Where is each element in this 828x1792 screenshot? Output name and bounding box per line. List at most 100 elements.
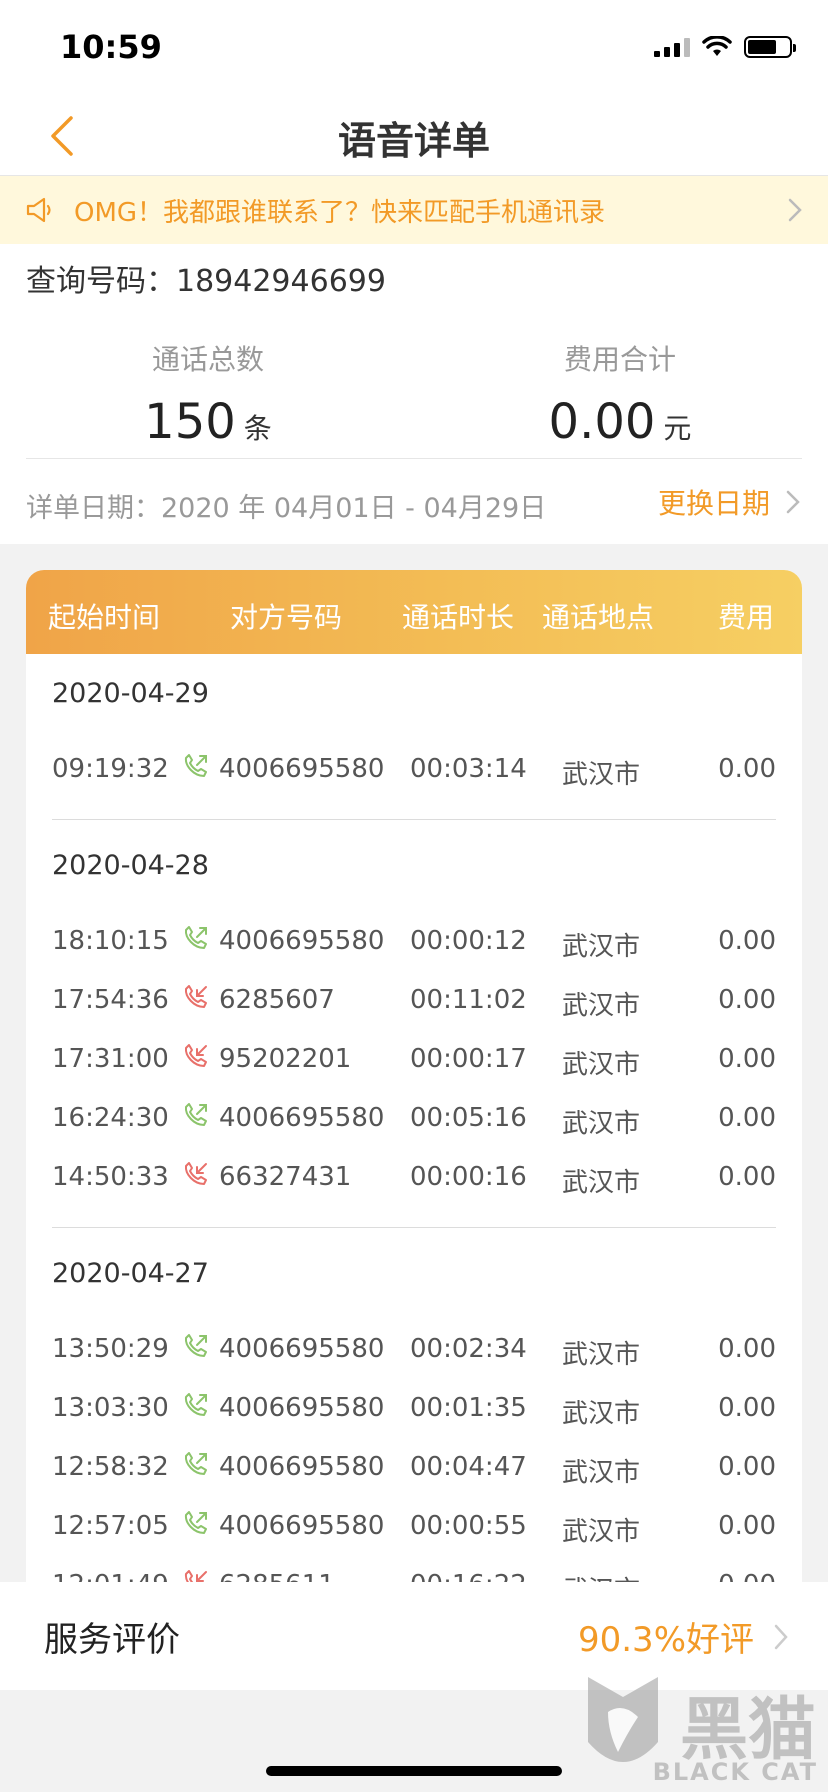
call-number: 4006695580 bbox=[219, 926, 385, 956]
speaker-icon bbox=[26, 197, 51, 223]
call-time: 14:50:33 bbox=[52, 1162, 169, 1192]
header-number: 对方号码 bbox=[230, 601, 343, 634]
call-location: 武汉市 bbox=[562, 760, 641, 790]
call-row[interactable]: 09:19:32 4006695580 00:03:14 武汉市 0.00 bbox=[26, 740, 802, 799]
outgoing-call-icon bbox=[180, 1450, 210, 1480]
header-fee: 费用 bbox=[717, 601, 774, 634]
watermark-logo: 黑猫 BLACK CAT bbox=[558, 1662, 828, 1792]
call-fee: 0.00 bbox=[718, 1044, 776, 1074]
header-start-time: 起始时间 bbox=[48, 601, 161, 634]
call-detail-table: 起始时间 对方号码 通话时长 通话地点 费用 2020-04-29 09:19:3… bbox=[26, 570, 802, 1582]
table-header: 起始时间 对方号码 通话时长 通话地点 费用 bbox=[26, 570, 802, 654]
call-time: 12:57:05 bbox=[52, 1511, 169, 1541]
group-divider bbox=[52, 819, 776, 820]
call-duration: 00:01:35 bbox=[410, 1393, 527, 1423]
call-time: 17:31:00 bbox=[52, 1044, 169, 1074]
call-duration: 00:05:16 bbox=[410, 1103, 527, 1133]
call-number: 4006695580 bbox=[219, 1452, 385, 1482]
chevron-right-icon bbox=[786, 490, 800, 514]
call-time: 13:03:30 bbox=[52, 1393, 169, 1423]
chevron-right-icon bbox=[774, 1624, 788, 1649]
header-duration: 通话时长 bbox=[402, 601, 515, 634]
call-row[interactable]: 17:31:00 95202201 00:00:17 武汉市 0.00 bbox=[26, 1030, 802, 1089]
call-duration: 00:04:47 bbox=[410, 1452, 527, 1482]
call-location: 武汉市 bbox=[562, 1340, 641, 1370]
date-range: 详单日期：2020 年 04月01日 - 04月29日 bbox=[26, 493, 547, 524]
chevron-right-icon bbox=[788, 198, 802, 222]
call-row[interactable]: 13:50:29 4006695580 00:02:34 武汉市 0.00 bbox=[26, 1320, 802, 1379]
call-duration: 00:00:17 bbox=[410, 1044, 527, 1074]
call-row[interactable]: 12:58:32 4006695580 00:04:47 武汉市 0.00 bbox=[26, 1438, 802, 1497]
call-location: 武汉市 bbox=[562, 932, 641, 962]
total-fee-stat: 费用合计 0.00 元 bbox=[470, 338, 770, 450]
outgoing-call-icon bbox=[180, 924, 210, 954]
summary-panel: 查询号码：18942946699 通话总数 150 条 费用合计 0.00 元 详单… bbox=[0, 244, 828, 544]
call-time: 18:10:15 bbox=[52, 926, 169, 956]
call-location: 武汉市 bbox=[562, 1050, 641, 1080]
call-row[interactable]: 18:10:15 4006695580 00:00:12 武汉市 0.00 bbox=[26, 912, 802, 971]
call-row[interactable]: 17:54:36 6285607 00:11:02 武汉市 0.00 bbox=[26, 971, 802, 1030]
change-date-button[interactable]: 更换日期 bbox=[658, 482, 800, 522]
total-calls-label: 通话总数 bbox=[151, 343, 264, 376]
call-groups: 2020-04-29 09:19:32 4006695580 00:03:14 武汉市 0… bbox=[26, 654, 802, 1582]
call-time: 13:50:29 bbox=[52, 1334, 169, 1364]
group-divider bbox=[52, 1227, 776, 1228]
outgoing-call-icon bbox=[180, 1509, 210, 1539]
service-label: 服务评价 bbox=[44, 1620, 180, 1660]
incoming-call-icon bbox=[180, 1160, 210, 1190]
call-location: 武汉市 bbox=[562, 1517, 641, 1547]
call-fee: 0.00 bbox=[718, 754, 776, 784]
notice-text: OMG！我都跟谁联系了？快来匹配手机通讯录 bbox=[74, 197, 606, 228]
call-duration: 00:00:55 bbox=[410, 1511, 527, 1541]
battery-icon bbox=[744, 36, 796, 58]
call-location: 武汉市 bbox=[562, 1109, 641, 1139]
call-location: 武汉市 bbox=[562, 991, 641, 1021]
header-location: 通话地点 bbox=[542, 601, 655, 634]
call-fee: 0.00 bbox=[718, 1570, 776, 1582]
call-number: 4006695580 bbox=[219, 754, 385, 784]
call-location: 武汉市 bbox=[562, 1570, 640, 1582]
call-duration: 00:00:12 bbox=[410, 926, 527, 956]
signal-icon bbox=[654, 37, 690, 57]
call-row[interactable]: 13:03:30 4006695580 00:01:35 武汉市 0.00 bbox=[26, 1379, 802, 1438]
call-fee: 0.00 bbox=[718, 926, 776, 956]
call-row[interactable]: 16:24:30 4006695580 00:05:16 武汉市 0.00 bbox=[26, 1089, 802, 1148]
call-number: 6285611 bbox=[219, 1570, 335, 1582]
incoming-call-icon bbox=[180, 1042, 210, 1072]
total-calls-stat: 通话总数 150 条 bbox=[58, 338, 358, 450]
query-value: 18942946699 bbox=[176, 264, 386, 299]
notice-banner[interactable]: OMG！我都跟谁联系了？快来匹配手机通讯录 bbox=[0, 176, 828, 244]
total-fee-label: 费用合计 bbox=[563, 343, 676, 376]
call-row[interactable]: 14:50:33 66327431 00:00:16 武汉市 0.00 bbox=[26, 1148, 802, 1207]
call-duration: 00:16:22 bbox=[410, 1570, 527, 1582]
total-fee-value: 0.00 bbox=[548, 394, 656, 450]
call-fee: 0.00 bbox=[718, 1511, 776, 1541]
call-number: 4006695580 bbox=[219, 1334, 385, 1364]
call-fee: 0.00 bbox=[718, 985, 776, 1015]
call-time: 16:24:30 bbox=[52, 1103, 169, 1133]
watermark-subtext: BLACK CAT bbox=[652, 1758, 818, 1786]
divider bbox=[26, 458, 802, 459]
query-number: 查询号码：18942946699 bbox=[26, 256, 386, 300]
page-title: 语音详单 bbox=[337, 119, 490, 163]
call-time: 17:54:36 bbox=[52, 985, 169, 1015]
group-date: 2020-04-29 bbox=[52, 678, 209, 709]
change-date-label: 更换日期 bbox=[657, 487, 770, 520]
call-time: 09:19:32 bbox=[52, 754, 169, 784]
call-number: 4006695580 bbox=[219, 1511, 385, 1541]
call-number: 6285607 bbox=[219, 985, 335, 1015]
total-calls-value: 150 bbox=[144, 394, 236, 450]
call-row[interactable]: 12:57:05 4006695580 00:00:55 武汉市 0.00 bbox=[26, 1497, 802, 1556]
outgoing-call-icon bbox=[180, 1101, 210, 1131]
call-location: 武汉市 bbox=[562, 1168, 641, 1198]
incoming-call-icon bbox=[180, 983, 210, 1013]
service-rating: 90.3%好评 bbox=[578, 1612, 788, 1661]
call-location: 武汉市 bbox=[562, 1458, 641, 1488]
call-row[interactable]: 12:01:49 6285611 00:16:22 武汉市 0.00 bbox=[26, 1556, 802, 1582]
call-number: 66327431 bbox=[219, 1162, 352, 1192]
group-date: 2020-04-28 bbox=[52, 850, 209, 881]
call-duration: 00:02:34 bbox=[410, 1334, 527, 1364]
call-duration: 00:00:16 bbox=[410, 1162, 527, 1192]
wifi-icon bbox=[702, 36, 732, 56]
call-fee: 0.00 bbox=[718, 1103, 776, 1133]
